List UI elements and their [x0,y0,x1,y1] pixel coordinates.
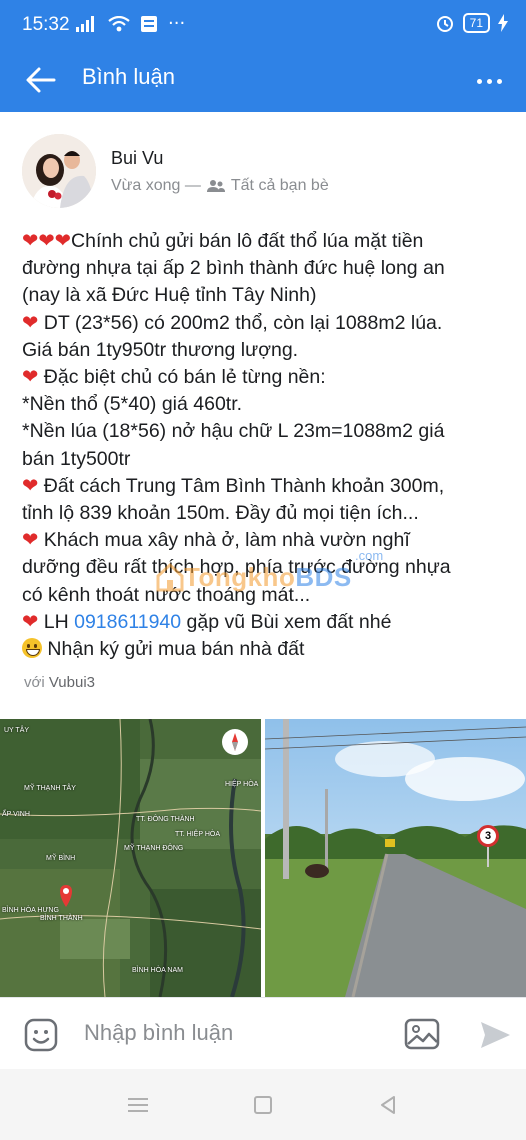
charging-icon [498,14,508,32]
heart-icon: ❤❤❤ [22,230,72,252]
post-audience[interactable]: Tất cả bạn bè [231,177,329,195]
content-line: tỉnh lộ 839 khoản 150m. Đầy đủ mọi tiện … [22,502,419,525]
avatar[interactable] [22,134,96,208]
content-line: có kênh thoát nước thoáng mát... [22,583,311,606]
comment-input[interactable]: Nhập bình luận [84,1020,233,1046]
map-label: BÌNH THÀNH [40,915,83,922]
more-options-icon[interactable] [472,64,506,98]
map-label: UY TÂY [4,727,30,734]
menu-icon[interactable] [128,1097,148,1113]
nav-back-icon[interactable] [378,1095,398,1115]
post-content: ❤❤❤Chính chủ gửi bán lô đất thổ lúa mặt … [22,228,508,663]
content-line: ❤ DT (23*56) có 200m2 thổ, còn lại 1088m… [22,311,443,334]
content-line: ❤❤❤Chính chủ gửi bán lô đất thổ lúa mặt … [22,230,424,252]
content-line: ❤ LH 0918611940 gặp vũ Bùi xem đất nhé [22,610,392,633]
tagged-user-link[interactable]: Vubui3 [49,674,95,691]
home-icon[interactable] [254,1096,272,1114]
signal-icon [76,16,94,32]
emoji-picker-icon[interactable] [24,1018,58,1052]
map-label: BÌNH HÒA HƯNG [2,907,59,914]
map-label: MỸ THẠNH TÂY [24,785,76,792]
wifi-icon [108,16,130,32]
map-label: TT. ĐÔNG THÀNH [136,816,195,823]
heart-icon: ❤ [22,529,39,552]
content-line: đường nhựa tại ấp 2 bình thành đức huệ l… [22,257,445,280]
map-label: TT. HIỆP HÒA [175,831,220,838]
map-label: ẤP VINH [2,811,30,818]
map-label: MỸ THẠNH ĐÔNG [124,845,184,852]
back-arrow-icon[interactable] [24,63,58,97]
compass-icon [222,729,248,755]
map-label: MỸ BÌNH [46,855,76,862]
content-line: ❤ Khách mua xây nhà ở, làm nhà vườn nghĩ [22,529,410,552]
battery-level: 71 [462,13,490,33]
content-line: Giá bán 1ty950tr thương lượng. [22,338,299,361]
post-meta: Vừa xong — Tất cả bạn bè [111,177,329,195]
page-title: Bình luận [82,64,175,89]
heart-icon: ❤ [22,366,39,389]
photo-attach-icon[interactable] [404,1018,440,1050]
map-label: HIỆP HÒA [225,781,259,788]
app-bar: Bình luận [0,50,526,112]
content-line: Nhận ký gửi mua bán nhà đất [22,636,508,663]
alarm-icon [436,16,453,32]
system-nav-bar [0,1069,526,1140]
more-notifications-icon: ··· [168,13,186,34]
content-line: ❤ Đất cách Trung Tâm Bình Thành khoản 30… [22,474,445,497]
status-bar: 15:32 ··· 71 [0,0,526,50]
content-line: dưỡng đều rất thích hợp, phía trước đườn… [22,556,451,579]
road-photo[interactable]: 3 [265,719,526,997]
notification-badge-icon [141,16,157,32]
heart-icon: ❤ [22,610,39,633]
author-name[interactable]: Bui Vu [111,148,163,169]
photo-grid: UY TÂY MỸ THẠNH TÂY ẤP VINH TT. HIỆP HÒA… [0,719,526,997]
comment-bar: Nhập bình luận [0,997,526,1069]
status-right-icons: 71 [435,13,508,33]
post-time: Vừa xong — [111,177,201,194]
content-line: *Nền lúa (18*56) nở hậu chữ L 23m=1088m2… [22,420,445,443]
post: Bui Vu Vừa xong — Tất cả bạn bè ❤❤❤Chính… [0,112,526,997]
status-time: 15:32 [22,14,70,35]
battery-icon: 71 [462,13,490,33]
tagged-friends: với Vubui3 [24,674,95,691]
map-label: BÌNH HÒA NAM [132,967,183,974]
content-line: (nay là xã Đức Huệ tỉnh Tây Ninh) [22,284,317,307]
road-sign-icon: 3 [477,825,499,847]
friends-icon [206,180,225,192]
map-photo[interactable]: UY TÂY MỸ THẠNH TÂY ẤP VINH TT. HIỆP HÒA… [0,719,261,997]
send-icon[interactable] [478,1018,512,1052]
content-line: ❤ Đặc biệt chủ có bán lẻ từng nền: [22,366,326,389]
content-line: *Nền thổ (5*40) giá 460tr. [22,393,243,416]
heart-icon: ❤ [22,311,39,334]
phone-link[interactable]: 0918611940 [74,611,181,633]
content-line: bán 1ty500tr [22,447,131,470]
grinning-face-icon [22,638,42,659]
heart-icon: ❤ [22,474,39,497]
status-left-icons: ··· [76,15,185,33]
